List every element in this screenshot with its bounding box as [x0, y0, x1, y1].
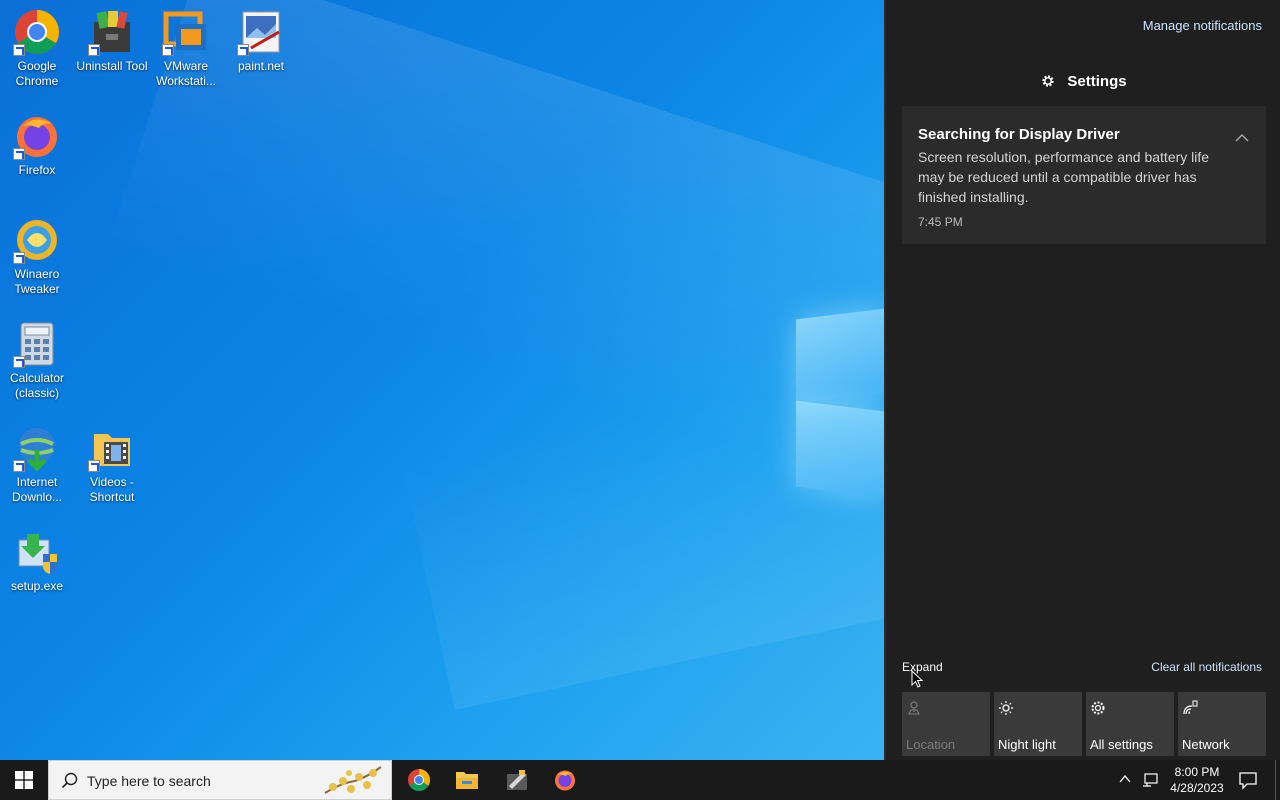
shortcut-arrow-icon: [13, 252, 25, 264]
quick-action-network[interactable]: Network: [1178, 692, 1266, 756]
taskbar-app-tool[interactable]: [493, 760, 541, 800]
show-desktop-button[interactable]: [1275, 760, 1280, 800]
chevron-up-icon[interactable]: [1234, 132, 1250, 144]
clock-date: 4/28/2023: [1170, 781, 1224, 795]
shortcut-arrow-icon: [13, 460, 25, 472]
desktop-icon-chrome[interactable]: Google Chrome: [0, 0, 74, 89]
desktop-icon-videos-shortcut[interactable]: Videos - Shortcut: [75, 416, 149, 505]
quick-action-location[interactable]: Location: [902, 692, 990, 756]
mouse-cursor-icon: [911, 670, 923, 688]
shortcut-arrow-icon: [162, 44, 174, 56]
taskbar-clock[interactable]: 8:00 PM 4/28/2023: [1162, 764, 1232, 796]
desktop-icon-label: Winaero Tweaker: [14, 267, 60, 296]
desktop-icon-label: paint.net: [237, 59, 285, 73]
taskbar-search-box[interactable]: [48, 760, 392, 800]
shortcut-arrow-icon: [237, 44, 249, 56]
location-icon: [908, 701, 920, 715]
clock-time: 8:00 PM: [1174, 765, 1220, 779]
notification-card[interactable]: Searching for Display Driver Screen reso…: [902, 106, 1266, 244]
desktop-icon-winaero-tweaker[interactable]: Winaero Tweaker: [0, 208, 74, 297]
taskbar: 8:00 PM 4/28/2023: [0, 760, 1280, 800]
desktop-icon-label: Google Chrome: [15, 59, 59, 88]
shortcut-arrow-icon: [88, 460, 100, 472]
search-icon: [61, 772, 78, 789]
desktop-icon-label: Calculator (classic): [9, 371, 65, 400]
desktop-icon-label: VMware Workstati...: [156, 59, 216, 88]
network-icon: [1183, 700, 1198, 715]
system-tray: 8:00 PM 4/28/2023: [1110, 760, 1280, 800]
desktop-icon-uninstall-tool[interactable]: Uninstall Tool: [75, 0, 149, 74]
shortcut-arrow-icon: [88, 44, 100, 56]
desktop-icon-setup-exe[interactable]: setup.exe: [0, 520, 74, 594]
taskbar-app-chrome[interactable]: [395, 760, 443, 800]
desktop-icon-label: setup.exe: [10, 579, 64, 593]
action-center-icon[interactable]: [1238, 770, 1258, 790]
quick-action-label: Night light: [998, 737, 1056, 752]
notification-group-header[interactable]: Settings: [886, 73, 1280, 90]
brightness-icon: [999, 701, 1013, 715]
desktop-icon-paint-net[interactable]: paint.net: [224, 0, 298, 74]
taskbar-app-firefox[interactable]: [541, 760, 589, 800]
windows-logo-icon: [15, 771, 33, 789]
quick-action-label: Network: [1182, 737, 1230, 752]
desktop-icon-internet-download-manager[interactable]: Internet Downlo...: [0, 416, 74, 505]
setup-icon: [18, 534, 57, 574]
start-button[interactable]: [0, 760, 48, 800]
gear-icon: [1042, 75, 1055, 87]
network-icon[interactable]: [1142, 772, 1158, 788]
desktop-icon-calculator[interactable]: Calculator (classic): [0, 312, 74, 401]
quick-actions: Location Night light All settings Networ…: [902, 692, 1266, 756]
quick-action-label: Location: [906, 737, 956, 752]
notification-group-title: Settings: [1067, 73, 1127, 90]
desktop-icon-label: Uninstall Tool: [76, 59, 148, 73]
file-explorer-icon: [456, 772, 478, 789]
search-input[interactable]: [87, 770, 317, 792]
chrome-icon: [408, 769, 430, 791]
tool-icon: [507, 770, 527, 790]
taskbar-app-file-explorer[interactable]: [443, 760, 491, 800]
firefox-icon: [555, 770, 575, 791]
quick-action-label: All settings: [1090, 737, 1153, 752]
shortcut-arrow-icon: [13, 356, 25, 368]
gear-icon: [1091, 701, 1105, 715]
chevron-up-icon[interactable]: [1118, 772, 1132, 786]
desktop-icon-label: Firefox: [18, 163, 56, 177]
clear-all-notifications-link[interactable]: Clear all notifications: [1151, 660, 1262, 674]
desktop[interactable]: Google Chrome Uninstall Tool VMware Work…: [0, 0, 884, 760]
manage-notifications-link[interactable]: Manage notifications: [1143, 18, 1262, 33]
quick-action-night-light[interactable]: Night light: [994, 692, 1082, 756]
desktop-icon-label: Videos - Shortcut: [89, 475, 135, 504]
notification-title: Searching for Display Driver: [918, 126, 1120, 143]
desktop-icon-firefox[interactable]: Firefox: [0, 104, 74, 178]
quick-action-all-settings[interactable]: All settings: [1086, 692, 1174, 756]
notification-body: Screen resolution, performance and batte…: [918, 149, 1210, 205]
shortcut-arrow-icon: [13, 148, 25, 160]
desktop-icon-label: Internet Downlo...: [11, 475, 63, 504]
search-highlight-icon: [324, 766, 382, 794]
action-center-panel: Manage notifications Settings Searching …: [884, 0, 1280, 760]
windows-logo-wallpaper: [796, 302, 884, 502]
desktop-icon-vmware[interactable]: VMware Workstati...: [149, 0, 223, 89]
notification-time: 7:45 PM: [918, 215, 963, 229]
shortcut-arrow-icon: [13, 44, 25, 56]
